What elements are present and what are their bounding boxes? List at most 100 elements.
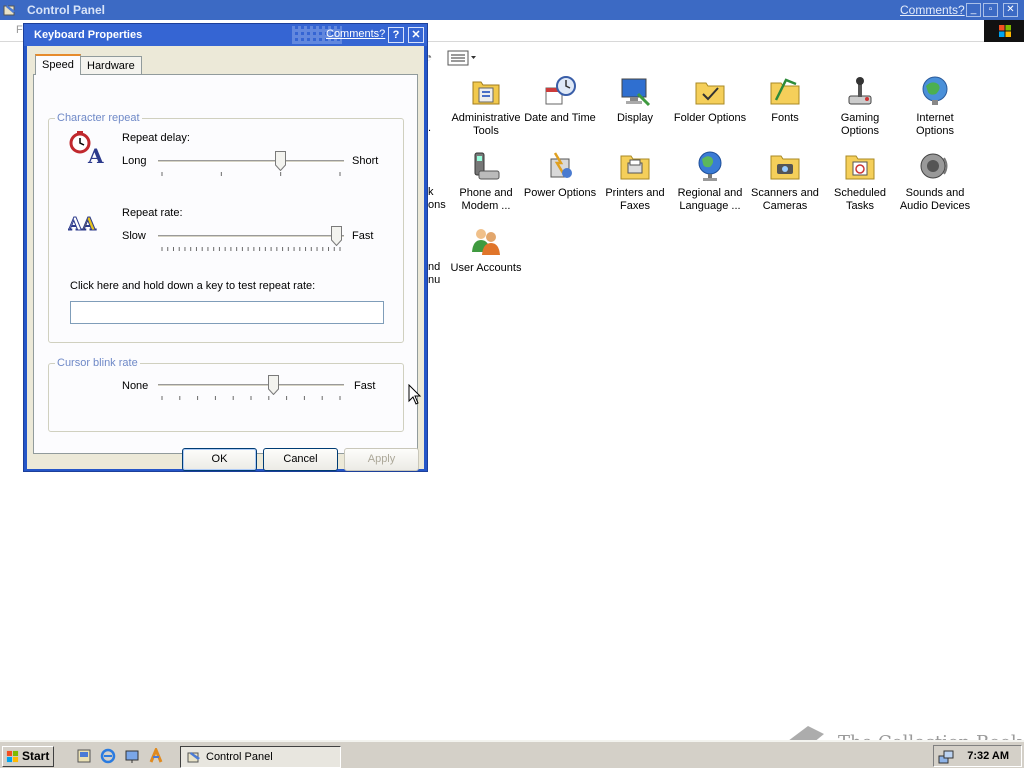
repeat-delay-min-label: Long — [122, 155, 147, 167]
tab-hardware[interactable]: Hardware — [80, 56, 142, 76]
windows-logo — [984, 20, 1024, 42]
sounds-audio-icon — [920, 153, 948, 179]
test-repeat-input[interactable] — [70, 301, 384, 324]
repeat-rate-track[interactable] — [158, 235, 344, 238]
media-player-icon[interactable] — [148, 748, 164, 764]
cursor-blink-legend: Cursor blink rate — [57, 357, 138, 369]
cp-item-label: Date and Time — [524, 112, 596, 124]
cp-item-label: Scheduled Tasks — [834, 187, 886, 212]
cp-item-sounds-audio[interactable]: Sounds and Audio Devices — [896, 149, 974, 213]
cp-item-power-options[interactable]: Power Options — [521, 149, 599, 200]
repeat-delay-track[interactable] — [158, 160, 344, 163]
start-label: Start — [22, 749, 50, 763]
dialog-titlebar[interactable]: Keyboard Properties Comments? ? ✕ — [24, 24, 427, 46]
cursor-blink-ticks — [161, 396, 341, 400]
printers-faxes-icon — [620, 155, 650, 180]
cancel-button[interactable]: Cancel — [263, 448, 338, 471]
phone-modem-icon — [474, 152, 500, 180]
network-status-icon[interactable] — [938, 749, 954, 765]
cursor-blink-slider-thumb[interactable] — [267, 375, 279, 395]
control-panel-icon — [3, 5, 15, 16]
fonts-icon — [770, 78, 800, 105]
repeat-delay-label: Repeat delay: — [122, 132, 190, 144]
help-button[interactable]: ? — [388, 27, 404, 43]
cp-item-folder-options[interactable]: Folder Options — [671, 74, 749, 125]
menu-file[interactable]: F — [16, 24, 23, 36]
cp-item-label: Fonts — [771, 112, 799, 124]
character-repeat-legend: Character repeat — [57, 112, 140, 124]
cursor-blink-min-label: None — [122, 380, 149, 392]
minimize-button[interactable]: _ — [966, 3, 981, 17]
system-tray: 7:32 AM — [933, 745, 1022, 767]
cp-item-user-accounts[interactable]: User Accounts — [447, 224, 525, 275]
repeat-rate-slider-thumb[interactable] — [331, 226, 342, 246]
restore-button[interactable]: ▫ — [983, 3, 998, 17]
cursor-blink-track[interactable] — [158, 384, 344, 387]
regional-language-icon — [698, 151, 722, 181]
cp-item-regional-language[interactable]: Regional and Language ... — [671, 149, 749, 213]
scheduled-tasks-icon — [845, 155, 875, 180]
windows-flag-icon — [6, 750, 19, 763]
cp-item-label: Gaming Options — [840, 112, 880, 137]
gaming-options-icon — [848, 77, 872, 105]
cp-item-scanners-cameras[interactable]: Scanners and Cameras — [746, 149, 824, 213]
show-desktop-icon[interactable] — [76, 748, 92, 764]
taskbar-item-label: Control Panel — [206, 751, 273, 763]
cp-item-display[interactable]: Display — [596, 74, 674, 125]
svg-text:A: A — [87, 144, 104, 166]
taskbar-item-control-panel[interactable]: Control Panel — [180, 746, 341, 768]
cp-item-label: Sounds and Audio Devices — [899, 187, 971, 212]
cp-item-label: Administrative Tools — [451, 112, 521, 137]
cursor-blink-group: Cursor blink rate — [48, 357, 404, 432]
internet-explorer-icon[interactable] — [100, 748, 116, 764]
control-panel-titlebar: Control Panel Comments? _ ▫ ✕ — [0, 0, 1024, 20]
dialog-close-button[interactable]: ✕ — [408, 27, 424, 43]
repeat-rate-max-label: Fast — [352, 230, 374, 242]
control-panel-icon — [187, 752, 200, 763]
dialog-comments-link[interactable]: Comments? — [326, 28, 385, 40]
cp-item-scheduled-tasks[interactable]: Scheduled Tasks — [821, 149, 899, 213]
repeat-delay-icon: A — [69, 131, 104, 166]
cp-item-internet-options[interactable]: Internet Options — [896, 74, 974, 138]
comments-link[interactable]: Comments? — [900, 3, 965, 17]
close-button[interactable]: ✕ — [1003, 3, 1018, 17]
apply-button[interactable]: Apply — [344, 448, 419, 471]
cp-item-label: Scanners and Cameras — [751, 187, 819, 212]
start-button[interactable]: Start — [2, 746, 54, 767]
tab-speed[interactable]: Speed — [35, 54, 81, 75]
clipped-label: nu — [428, 274, 441, 286]
ok-button[interactable]: OK — [182, 448, 257, 471]
clipped-label: nd — [428, 261, 441, 273]
repeat-rate-min-label: Slow — [122, 230, 146, 242]
cp-item-label: Printers and Faxes — [605, 187, 665, 212]
windows-flag-icon — [999, 25, 1011, 37]
clipped-label: . — [428, 122, 432, 134]
cp-item-gaming-options[interactable]: Gaming Options — [821, 74, 899, 138]
repeat-delay-slider-thumb[interactable] — [274, 151, 286, 171]
clipped-label: ons — [428, 199, 446, 211]
cp-item-administrative-tools[interactable]: Administrative Tools — [447, 74, 525, 138]
administrative-tools-icon — [472, 81, 500, 105]
cursor-blink-max-label: Fast — [354, 380, 376, 392]
cp-item-label: Internet Options — [916, 112, 954, 137]
svg-text:A: A — [81, 214, 97, 235]
test-repeat-label: Click here and hold down a key to test r… — [70, 280, 316, 292]
clock[interactable]: 7:32 AM — [967, 750, 1009, 762]
window-title: Control Panel — [27, 3, 106, 17]
taskbar: Start Control Panel 7:32 AM — [0, 740, 1024, 768]
views-icon[interactable] — [446, 48, 478, 68]
clipped-label: k — [428, 186, 434, 198]
network-icon[interactable] — [124, 748, 140, 764]
date-time-icon — [545, 76, 576, 105]
cp-item-date-time[interactable]: Date and Time — [521, 74, 599, 125]
user-accounts-icon — [472, 229, 500, 255]
cp-item-label: Folder Options — [673, 112, 747, 124]
dialog-title: Keyboard Properties — [34, 29, 143, 41]
cp-item-phone-modem[interactable]: Phone and Modem ... — [447, 149, 525, 213]
scanners-cameras-icon — [770, 155, 800, 180]
cp-item-fonts[interactable]: Fonts — [746, 74, 824, 125]
cp-item-printers-faxes[interactable]: Printers and Faxes — [596, 149, 674, 213]
repeat-rate-label: Repeat rate: — [122, 207, 183, 219]
repeat-delay-max-label: Short — [352, 155, 379, 167]
power-options-icon — [550, 152, 572, 178]
